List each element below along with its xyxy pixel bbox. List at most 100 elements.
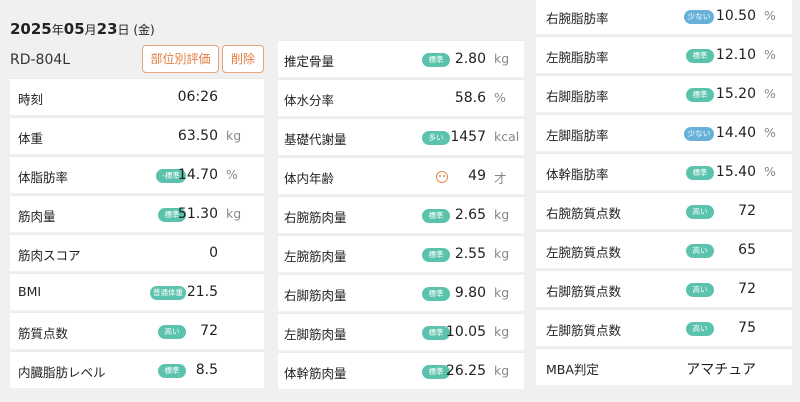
metric-value: 06:26 [177,88,218,105]
metric-label: 右脚筋質点数 [546,283,622,299]
metric-unit: kg [494,50,510,66]
metric-value: 2.80 [454,50,486,67]
metric-row[interactable]: 左脚筋質点数 高い 75 [536,309,792,346]
metric-row[interactable]: 体幹脂肪率 標準 15.40% [536,153,792,190]
metric-label: 筋肉量 [18,208,56,224]
metric-label: 筋質点数 [18,325,69,341]
status-badge: 標準 [422,52,450,67]
date-month: 05 [63,20,85,38]
metric-value: 49 [468,167,486,184]
metric-label: 左腕脂肪率 [546,49,609,65]
status-badge: 標準 [422,247,450,262]
metric-row[interactable]: 左脚脂肪率 少ない 14.40% [536,114,792,151]
metric-label: 左脚筋質点数 [546,322,622,338]
metric-row[interactable]: 時刻 06:26 [10,78,264,115]
metric-label: 体水分率 [284,92,335,108]
status-badge: 高い [686,282,714,297]
face-icon [436,170,448,183]
metric-row[interactable]: 体水分率 58.6% [278,79,524,116]
metric-value: 75 [738,319,756,336]
metric-label: 推定骨量 [284,53,335,69]
metric-value: 1457 [450,128,486,145]
metric-unit: % [764,85,776,101]
metric-label: BMI [18,283,42,299]
metric-value: 15.40 [715,163,756,180]
metric-value: 2.65 [454,206,486,223]
metric-value: アマチュア [686,361,756,378]
metric-value: 26.25 [445,362,486,379]
metric-row[interactable]: BMI 普通体重 21.5 [10,273,264,310]
metric-value: 12.10 [715,46,756,63]
metric-unit: % [494,89,506,105]
metric-value: 10.50 [715,7,756,24]
date-year: 2025 [10,20,52,38]
metric-value: 72 [738,280,756,297]
date-day: 23 [96,20,118,38]
metric-row[interactable]: 右腕脂肪率 少ない 10.50% [536,0,792,34]
metric-row[interactable]: 左腕脂肪率 標準 12.10% [536,36,792,73]
metric-label: 体内年齢 [284,170,335,186]
metric-value: 0 [209,244,218,261]
metric-value: 14.40 [715,124,756,141]
delete-button[interactable]: 削除 [222,45,264,73]
metric-label: 右腕筋質点数 [546,205,622,221]
status-badge: 普通体重 [150,285,186,300]
metric-value: 63.50 [177,127,218,144]
metric-row[interactable]: 右脚筋肉量 標準 9.80 kg [278,274,524,311]
metric-row[interactable]: 筋肉量 標準 51.30 kg [10,195,264,232]
metric-label: 基礎代謝量 [284,131,347,147]
metric-label: 右腕筋肉量 [284,209,347,225]
date-weekday: (金) [129,23,155,37]
status-badge: 標準 [686,48,714,63]
metric-row[interactable]: 右脚脂肪率 標準 15.20% [536,75,792,112]
metric-unit: % [764,163,776,179]
metric-row[interactable]: 体重 63.50 kg [10,117,264,154]
metric-label: 体脂肪率 [18,169,69,185]
metric-value: 2.55 [454,245,486,262]
metric-value: 51.30 [177,205,218,222]
metric-value: 65 [738,241,756,258]
metric-label: 左脚筋肉量 [284,326,347,342]
metric-label: 時刻 [18,91,44,107]
metric-row[interactable]: 推定骨量 標準 2.80 kg [278,40,524,77]
metric-unit: 才 [494,170,507,186]
metric-row[interactable]: 左腕筋肉量 標準 2.55 kg [278,235,524,272]
status-badge: 標準 [686,87,714,102]
metric-label: 筋肉スコア [18,247,81,263]
metric-value: 58.6 [454,89,486,106]
date-year-unit: 年 [51,23,64,37]
segment-column: 右腕脂肪率 少ない 10.50% 左腕脂肪率 標準 12.10% 右脚脂肪率 標準 15.20%… [528,0,800,402]
metric-unit: kcal [494,128,520,144]
metric-label: 右脚筋肉量 [284,287,347,303]
metric-label: MBA判定 [546,361,599,377]
metric-label: 左脚脂肪率 [546,127,609,143]
metric-row[interactable]: 基礎代謝量 多い 1457 kcal [278,118,524,155]
metric-unit: kg [494,284,510,300]
metric-row[interactable]: 左腕筋質点数 高い 65 [536,231,792,268]
metric-row[interactable]: 右腕筋質点数 高い 72 [536,192,792,229]
metric-row[interactable]: 体幹筋肉量 標準 26.25 kg [278,352,524,389]
metric-unit: kg [226,205,242,221]
metric-row[interactable]: MBA判定 アマチュア [536,348,792,385]
status-badge: 標準 [422,208,450,223]
part-evaluation-button[interactable]: 部位別評価 [142,45,219,73]
metric-row[interactable]: 体内年齢 49 才 [278,157,524,194]
metric-row[interactable]: 左脚筋肉量 標準 10.05 kg [278,313,524,350]
metric-row[interactable]: 筋質点数 高い 72 [10,312,264,349]
metric-row[interactable]: 右脚筋質点数 高い 72 [536,270,792,307]
status-badge: 少ない [684,126,714,141]
metric-label: 右脚脂肪率 [546,88,609,104]
metric-value: 10.05 [445,323,486,340]
metric-value: 15.20 [715,85,756,102]
metric-value: 14.70 [177,166,218,183]
metric-row[interactable]: 体脂肪率 -標準 14.70% [10,156,264,193]
status-badge: 少ない [684,9,714,24]
measurement-date: 2025年05月23日 (金) [10,20,155,38]
metric-row[interactable]: 内臓脂肪レベル 標準 8.5 [10,351,264,388]
metric-row[interactable]: 右腕筋肉量 標準 2.65 kg [278,196,524,233]
metric-label: 左腕筋質点数 [546,244,622,260]
status-badge: 標準 [422,286,450,301]
metric-unit: kg [494,245,510,261]
metric-row[interactable]: 筋肉スコア 0 [10,234,264,271]
summary-column: 2025年05月23日 (金) RD-804L 部位別評価 削除 時刻 06:26… [0,0,274,402]
